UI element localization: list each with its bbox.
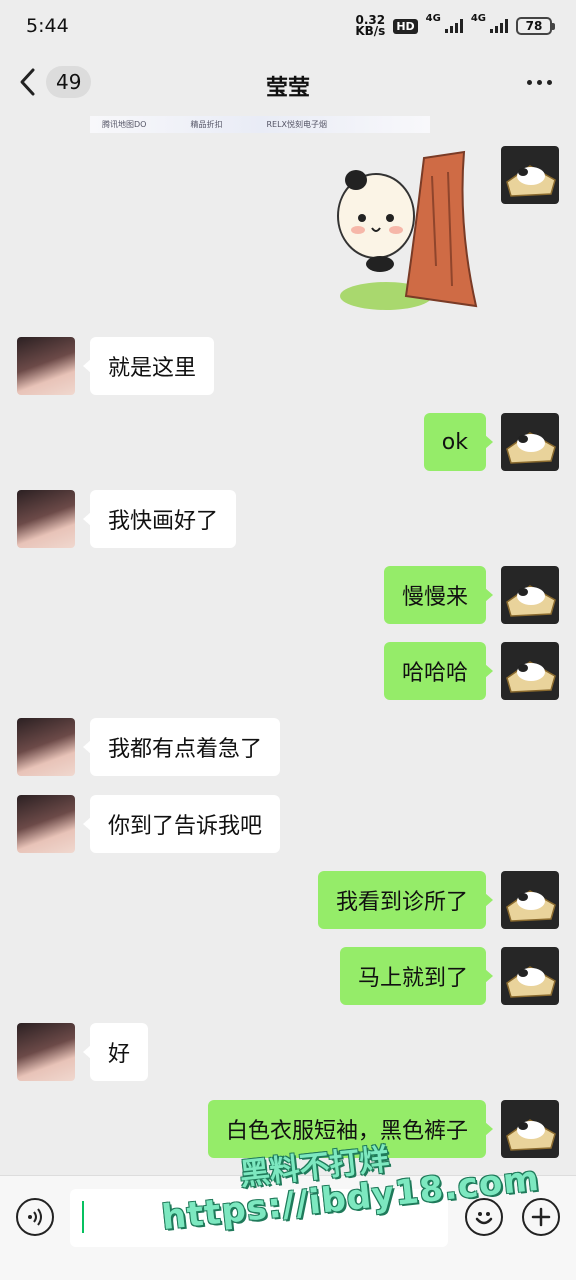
contact-avatar[interactable] bbox=[17, 718, 75, 776]
dot-icon bbox=[527, 80, 532, 85]
signal-icon bbox=[490, 19, 508, 33]
toast-panda-avatar-icon bbox=[506, 661, 556, 693]
contact-avatar[interactable] bbox=[17, 795, 75, 853]
toast-panda-avatar-icon bbox=[506, 165, 556, 197]
voice-button[interactable] bbox=[16, 1198, 54, 1236]
message-bubble-received[interactable]: 好 bbox=[82, 1023, 149, 1081]
network-speed-unit: KB/s bbox=[355, 24, 386, 38]
message-bubble-received[interactable]: 我都有点着急了 bbox=[82, 718, 281, 776]
network-type-1: 4G bbox=[425, 13, 441, 24]
chat-header: 49 莹莹 bbox=[0, 52, 576, 114]
status-time: 5:44 bbox=[26, 15, 69, 37]
contact-avatar[interactable] bbox=[17, 490, 75, 548]
my-avatar[interactable] bbox=[501, 566, 559, 624]
network-speed: 0.32 KB/s bbox=[355, 14, 386, 38]
message-input[interactable] bbox=[70, 1189, 448, 1247]
message-bubble-sent[interactable]: 哈哈哈 bbox=[383, 642, 494, 700]
panda-behind-tree-sticker[interactable] bbox=[336, 146, 488, 316]
message-bubble-sent[interactable]: 马上就到了 bbox=[339, 947, 494, 1005]
unread-count-badge: 49 bbox=[46, 66, 92, 98]
more-actions-button[interactable] bbox=[522, 1198, 560, 1236]
status-indicators: 0.32 KB/s HD 4G 4G 78 bbox=[355, 13, 555, 38]
message-bubble-sent[interactable]: 白色衣服短袖，黑色裤子 bbox=[207, 1100, 494, 1158]
artifact-text: 腾讯地图DO bbox=[102, 120, 147, 129]
message-bubble-sent[interactable]: 我看到诊所了 bbox=[317, 871, 494, 929]
chevron-left-icon bbox=[20, 68, 35, 96]
toast-panda-avatar-icon bbox=[506, 1119, 556, 1151]
image-artifact-strip: 腾讯地图DO 精品折扣 RELX悦刻电子烟 bbox=[90, 116, 430, 133]
dot-icon bbox=[537, 80, 542, 85]
toast-panda-avatar-icon bbox=[506, 966, 556, 998]
my-avatar[interactable] bbox=[501, 947, 559, 1005]
my-avatar[interactable] bbox=[501, 642, 559, 700]
toast-panda-avatar-icon bbox=[506, 890, 556, 922]
message-bubble-received[interactable]: 就是这里 bbox=[82, 337, 215, 395]
emoji-button[interactable] bbox=[465, 1198, 503, 1236]
my-avatar[interactable] bbox=[501, 871, 559, 929]
status-bar: 5:44 0.32 KB/s HD 4G 4G 78 bbox=[0, 0, 576, 52]
battery-icon: 78 bbox=[516, 17, 555, 35]
more-options-button[interactable] bbox=[527, 80, 552, 85]
my-avatar[interactable] bbox=[501, 1100, 559, 1158]
hd-badge: HD bbox=[393, 18, 418, 34]
artifact-text: RELX悦刻电子烟 bbox=[266, 120, 328, 129]
network-type-2: 4G bbox=[470, 13, 486, 24]
message-bubble-sent[interactable]: ok bbox=[423, 413, 494, 471]
message-bubble-received[interactable]: 我快画好了 bbox=[82, 490, 237, 548]
text-caret bbox=[82, 1201, 84, 1233]
toast-panda-avatar-icon bbox=[506, 585, 556, 617]
input-bar bbox=[0, 1175, 576, 1280]
signal-icon bbox=[444, 19, 463, 33]
emoji-icon bbox=[475, 1212, 493, 1225]
my-avatar[interactable] bbox=[501, 413, 559, 471]
message-bubble-sent[interactable]: 慢慢来 bbox=[383, 566, 494, 624]
back-button[interactable]: 49 bbox=[18, 66, 92, 98]
message-bubble-received[interactable]: 你到了告诉我吧 bbox=[82, 795, 281, 853]
toast-panda-avatar-icon bbox=[506, 432, 556, 464]
artifact-text: 精品折扣 bbox=[190, 120, 223, 129]
my-avatar[interactable] bbox=[501, 146, 559, 204]
dot-icon bbox=[547, 80, 552, 85]
plus-icon bbox=[531, 1207, 551, 1227]
contact-avatar[interactable] bbox=[17, 1023, 75, 1081]
contact-avatar[interactable] bbox=[17, 337, 75, 395]
voice-icon bbox=[28, 1208, 42, 1226]
